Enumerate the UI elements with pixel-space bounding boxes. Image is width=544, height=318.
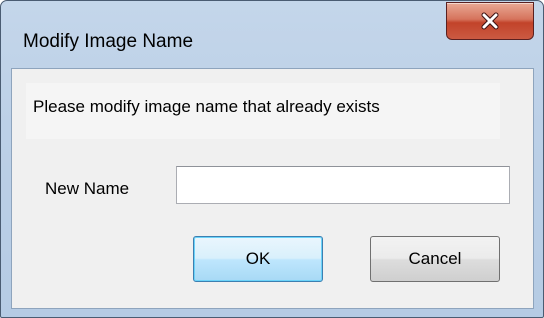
title-bar[interactable]: Modify Image Name: [1, 1, 543, 71]
close-button[interactable]: [446, 2, 534, 40]
message-panel: Please modify image name that already ex…: [26, 83, 500, 139]
message-text: Please modify image name that already ex…: [33, 97, 380, 116]
dialog-content: Please modify image name that already ex…: [11, 68, 534, 309]
new-name-input[interactable]: [176, 166, 510, 204]
cancel-button[interactable]: Cancel: [370, 236, 500, 282]
dialog-window: Modify Image Name Please modify image na…: [0, 0, 544, 318]
close-icon: [481, 12, 499, 30]
window-title: Modify Image Name: [23, 31, 194, 52]
new-name-label: New Name: [45, 179, 130, 198]
ok-button[interactable]: OK: [193, 236, 323, 282]
